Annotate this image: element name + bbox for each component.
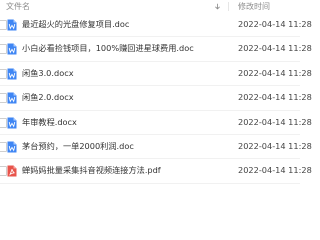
file-modified-time: 2022-04-14 11:28 [238, 67, 312, 78]
file-list-header: 文件名 修改时间 [0, 0, 300, 13]
file-modified-time: 2022-04-14 11:28 [238, 19, 312, 29]
row-checkbox[interactable] [0, 93, 7, 104]
file-row[interactable]: 闲鱼2.0.docx 2022-04-14 11:28 [0, 86, 312, 111]
doc-icon [7, 117, 17, 129]
file-row[interactable]: 最近超火的光盘修复项目.doc 2022-04-14 11:28 [0, 13, 312, 38]
doc-icon [7, 68, 17, 80]
file-name[interactable]: 蝉妈妈批量采集抖音视频连接方法.pdf [22, 165, 227, 176]
file-modified-time: 2022-04-14 11:28 [238, 140, 312, 151]
row-checkbox[interactable] [0, 44, 7, 55]
doc-icon [7, 92, 17, 104]
row-checkbox[interactable] [0, 141, 7, 152]
file-modified-time: 2022-04-14 11:28 [238, 165, 312, 176]
row-checkbox[interactable] [0, 68, 7, 79]
sort-down-arrow-icon[interactable] [212, 0, 222, 12]
row-checkbox[interactable] [0, 20, 7, 30]
file-name[interactable]: 年审教程.docx [22, 117, 227, 128]
file-row[interactable]: 小白必看捡钱项目，100%赚回进星球费用.doc 2022-04-14 11:2… [0, 37, 312, 62]
file-modified-time: 2022-04-14 11:28 [238, 43, 312, 54]
row-checkbox[interactable] [0, 166, 7, 177]
file-name[interactable]: 最近超火的光盘修复项目.doc [22, 19, 227, 30]
file-row[interactable]: 闲鱼3.0.docx 2022-04-14 11:28 [0, 62, 312, 87]
doc-icon [7, 19, 17, 31]
doc-icon [7, 43, 17, 55]
file-name[interactable]: 闲鱼2.0.docx [22, 92, 227, 103]
column-header-name[interactable]: 文件名 [6, 1, 30, 12]
column-divider[interactable] [228, 2, 229, 11]
file-modified-time: 2022-04-14 11:28 [238, 92, 312, 103]
file-name[interactable]: 闲鱼3.0.docx [22, 68, 227, 79]
file-row[interactable]: 蝉妈妈批量采集抖音视频连接方法.pdf 2022-04-14 11:28 [0, 159, 312, 184]
pdf-icon [7, 165, 17, 177]
row-checkbox[interactable] [0, 117, 7, 128]
file-name[interactable]: 茅台预约，一单2000利润.doc [22, 141, 227, 152]
file-row[interactable]: 茅台预约，一单2000利润.doc 2022-04-14 11:28 [0, 135, 312, 160]
column-header-modified-time[interactable]: 修改时间 [238, 1, 270, 12]
doc-icon [7, 141, 17, 153]
file-list: 最近超火的光盘修复项目.doc 2022-04-14 11:28 小白必看捡钱项… [0, 13, 312, 184]
file-name[interactable]: 小白必看捡钱项目，100%赚回进星球费用.doc [22, 43, 227, 54]
file-modified-time: 2022-04-14 11:28 [238, 116, 312, 127]
file-row[interactable]: 年审教程.docx 2022-04-14 11:28 [0, 111, 312, 135]
